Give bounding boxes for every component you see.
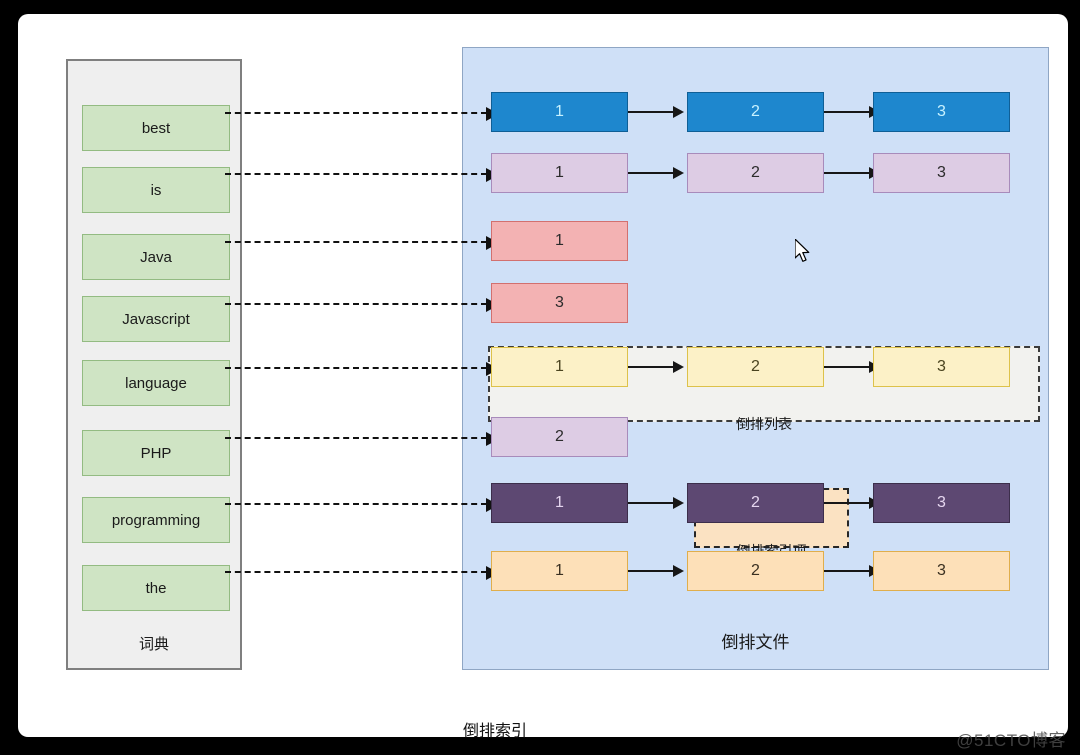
- posting-link-arrow: [824, 106, 880, 118]
- posting-cell[interactable]: 3: [491, 283, 628, 323]
- dictionary-term[interactable]: PHP: [82, 430, 230, 476]
- posting-cell[interactable]: 3: [873, 483, 1010, 523]
- posting-cell[interactable]: 3: [873, 347, 1010, 387]
- posting-row: 1 2 3: [491, 347, 1010, 387]
- posting-row: 1: [491, 221, 1010, 261]
- posting-link-arrow: [824, 565, 880, 577]
- watermark-label: @51CTO博客: [956, 731, 1066, 750]
- posting-row: 1 2 3: [491, 153, 1010, 193]
- posting-row: 1 2 3: [491, 551, 1010, 591]
- page-title: 倒排索引: [463, 723, 528, 740]
- dictionary-panel: best is Java Javascript language PHP programmi…: [66, 59, 242, 670]
- posting-cell[interactable]: 3: [873, 551, 1010, 591]
- dictionary-to-posting-arrow: [225, 498, 499, 512]
- posting-link-arrow: [628, 565, 684, 577]
- inverted-file-caption: 倒排文件: [721, 633, 790, 652]
- mouse-pointer-icon: [795, 239, 810, 262]
- posting-cell[interactable]: 2: [687, 483, 824, 523]
- posting-link-arrow: [628, 167, 684, 179]
- posting-link-arrow: [628, 497, 684, 509]
- dictionary-term[interactable]: Java: [82, 234, 230, 280]
- posting-cell[interactable]: 2: [687, 92, 824, 132]
- dictionary-term[interactable]: programming: [82, 497, 230, 543]
- dictionary-to-posting-arrow: [225, 298, 499, 312]
- posting-row: 1 2 3: [491, 483, 1010, 523]
- dictionary-to-posting-arrow: [225, 566, 499, 580]
- posting-cell[interactable]: 2: [687, 153, 824, 193]
- dictionary-to-posting-arrow: [225, 168, 499, 182]
- posting-cell[interactable]: 1: [491, 221, 628, 261]
- dictionary-to-posting-arrow: [225, 107, 499, 121]
- dictionary-caption: 词典: [138, 636, 169, 653]
- posting-cell[interactable]: 1: [491, 92, 628, 132]
- posting-cell[interactable]: 1: [491, 153, 628, 193]
- diagram-sheet: best is Java Javascript language PHP programmi…: [18, 14, 1068, 740]
- posting-cell[interactable]: 1: [491, 483, 628, 523]
- posting-cell[interactable]: 2: [687, 347, 824, 387]
- posting-link-arrow: [824, 497, 880, 509]
- dictionary-to-posting-arrow: [225, 432, 499, 446]
- posting-row: 1 2 3: [491, 92, 1010, 132]
- dictionary-term[interactable]: language: [82, 360, 230, 406]
- dictionary-term[interactable]: the: [82, 565, 230, 611]
- posting-cell[interactable]: 3: [873, 92, 1010, 132]
- posting-cell[interactable]: 3: [873, 153, 1010, 193]
- dictionary-term[interactable]: best: [82, 105, 230, 151]
- dictionary-to-posting-arrow: [225, 236, 499, 250]
- dictionary-to-posting-arrow: [225, 362, 499, 376]
- posting-cell[interactable]: 1: [491, 551, 628, 591]
- posting-link-arrow: [824, 167, 880, 179]
- posting-link-arrow: [628, 106, 684, 118]
- dictionary-term[interactable]: is: [82, 167, 230, 213]
- posting-link-arrow: [824, 361, 880, 373]
- posting-cell[interactable]: 2: [687, 551, 824, 591]
- posting-link-arrow: [628, 361, 684, 373]
- posting-row: 2: [491, 417, 1010, 457]
- screenshot-frame: best is Java Javascript language PHP programmi…: [0, 0, 1080, 755]
- posting-cell[interactable]: 2: [491, 417, 628, 457]
- posting-cell[interactable]: 1: [491, 347, 628, 387]
- dictionary-term[interactable]: Javascript: [82, 296, 230, 342]
- posting-row: 3: [491, 283, 1010, 323]
